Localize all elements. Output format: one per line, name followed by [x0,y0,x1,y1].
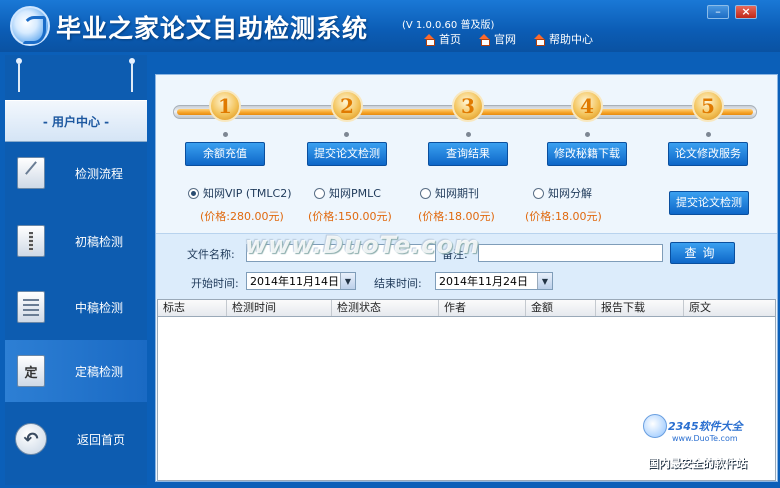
sidebar-item-label: 初稿检测 [75,234,124,249]
option-label: 知网分解 [548,187,592,200]
sidebar-item-label: 检测流程 [75,166,124,181]
nav-home-link[interactable]: 首页 [424,31,461,47]
minimize-button[interactable]: – [707,5,729,19]
step-number-2: 2 [331,90,363,122]
option-price: (价格:280.00元) [200,210,284,223]
zipper-document-icon [17,225,45,257]
step-number-5: 5 [692,90,724,122]
home-icon [479,34,490,46]
option-cnki-vip[interactable]: 知网VIP (TMLC2) [188,185,292,201]
ring-hook-icon [129,58,135,94]
sidebar-item-back-home[interactable]: ↶ 返回首页 [5,408,147,470]
back-arrow-icon: ↶ [15,423,47,455]
start-date-picker[interactable]: 2014年11月14日 ▼ [246,272,356,290]
column-header[interactable]: 检测状态 [332,300,439,316]
radio-unselected[interactable] [533,187,544,199]
text-document-icon [17,291,45,323]
nav-help-center-label: 帮助中心 [549,33,593,46]
step-dot [344,132,349,137]
submit-paper-button[interactable]: 提交论文检测 [669,191,749,215]
radio-unselected[interactable] [314,187,325,199]
watermark-brand: 2345软件大全 [668,420,743,433]
watermark-slogan: 国内最安全的软件站 [648,457,747,470]
recharge-button[interactable]: 余额充值 [185,142,265,166]
option-cnki-pmlc[interactable]: 知网PMLC [314,185,381,201]
step-progress: 1 2 3 4 5 余额充值 提交论文检测 查询结果 修改秘籍下载 论文修改服务 [156,75,777,170]
user-center-header: - 用户中心 - [5,100,147,142]
sidebar-item-mid-draft[interactable]: 中稿检测 [5,276,147,338]
nav-official-site-link[interactable]: 官网 [479,31,516,47]
nav-official-site-label: 官网 [494,33,516,46]
end-time-label: 结束时间: [374,277,422,290]
top-nav: 首页 官网 帮助中心 [424,31,593,47]
option-cnki-journal[interactable]: 知网期刊 [420,185,479,201]
start-time-label: 开始时间: [191,277,239,290]
watermark-site: www.DuoTe.com [672,434,738,443]
sidebar-item-process[interactable]: 检测流程 [5,142,147,204]
table-header: 标志 检测时间 检测状态 作者 金额 报告下载 原文 [158,300,775,317]
radio-unselected[interactable] [420,187,431,199]
file-name-label: 文件名称: [187,248,235,261]
query-results-button[interactable]: 查询结果 [428,142,508,166]
watermark-text: www.DuoTe.com [245,231,480,259]
step-number-3: 3 [452,90,484,122]
results-table: 标志 检测时间 检测状态 作者 金额 报告下载 原文 [157,299,776,481]
option-label: 知网期刊 [435,187,479,200]
app-logo-icon [10,6,50,46]
end-date-picker[interactable]: 2014年11月24日 ▼ [435,272,553,290]
radio-selected[interactable] [188,187,199,199]
option-price: (价格:150.00元) [308,210,392,223]
chevron-down-icon[interactable]: ▼ [340,273,355,289]
column-header[interactable]: 原文 [684,300,775,316]
nav-help-center-link[interactable]: 帮助中心 [534,31,593,47]
sidebar-item-label: 中稿检测 [75,300,124,315]
column-header[interactable]: 标志 [158,300,227,316]
step-dot [466,132,471,137]
column-header[interactable]: 金额 [526,300,596,316]
option-price: (价格:18.00元) [418,210,495,223]
step-number-1: 1 [209,90,241,122]
title-bar: 毕业之家论文自助检测系统 (V 1.0.0.60 普及版) 首页 官网 帮助中心… [0,0,780,52]
step-number-4: 4 [571,90,603,122]
home-icon [534,34,545,46]
final-document-icon: 定 [17,355,45,387]
sidebar-item-final-draft[interactable]: 定 定稿检测 [5,340,147,402]
sidebar-item-label: 返回首页 [77,432,126,447]
column-header[interactable]: 检测时间 [227,300,332,316]
option-label: 知网PMLC [329,187,381,200]
paper-revision-service-button[interactable]: 论文修改服务 [668,142,748,166]
start-date-value: 2014年11月14日 [250,275,339,288]
nav-home-label: 首页 [439,33,461,46]
option-label: 知网VIP (TMLC2) [203,187,292,200]
ring-hook-icon [16,58,22,94]
app-version: (V 1.0.0.60 普及版) [402,20,495,31]
chevron-down-icon[interactable]: ▼ [537,273,552,289]
option-cnki-split[interactable]: 知网分解 [533,185,592,201]
sidebar-item-label: 定稿检测 [75,364,124,379]
home-icon [424,34,435,46]
pencil-document-icon [17,157,45,189]
submit-paper-step-button[interactable]: 提交论文检测 [307,142,387,166]
column-header[interactable]: 作者 [439,300,526,316]
step-dot [223,132,228,137]
remark-input[interactable] [478,244,663,262]
column-header[interactable]: 报告下载 [596,300,684,316]
end-date-value: 2014年11月24日 [439,275,528,288]
close-button[interactable]: × [735,5,757,19]
sidebar-item-first-draft[interactable]: 初稿检测 [5,210,147,272]
query-button[interactable]: 查询 [670,242,735,264]
mascot-icon [643,414,667,438]
step-dot [585,132,590,137]
option-price: (价格:18.00元) [525,210,602,223]
app-title: 毕业之家论文自助检测系统 [56,14,369,43]
step-dot [706,132,711,137]
download-guide-button[interactable]: 修改秘籍下载 [547,142,627,166]
